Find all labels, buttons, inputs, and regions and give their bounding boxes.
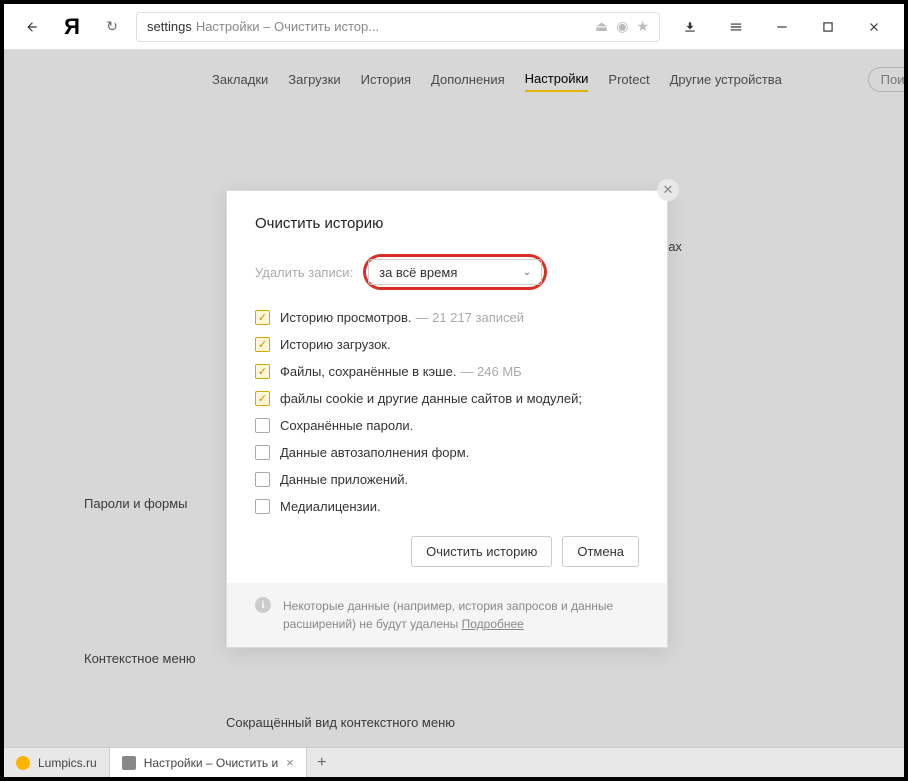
content-area: Закладки Загрузки История Дополнения Нас… [4,50,904,777]
tab-lumpics[interactable]: Lumpics.ru [4,748,110,777]
time-range-row: Удалить записи: за всё время ⌄ [255,254,639,290]
checkbox[interactable] [255,472,270,487]
check-download-history: ✓ Историю загрузок. [255,337,639,352]
context-line-label: Сокращённый вид контекстного меню [226,715,455,730]
tab-history[interactable]: История [361,68,411,91]
close-window-button[interactable] [852,7,896,47]
address-rest: Настройки – Очистить истор... [196,19,379,34]
minimize-button[interactable] [760,7,804,47]
clear-history-button[interactable]: Очистить историю [411,536,552,567]
check-cookies: ✓ файлы cookie и другие данные сайтов и … [255,391,639,406]
info-icon: i [255,597,271,613]
toolbar-right [668,7,896,47]
dialog-close-button[interactable]: ✕ [657,179,679,201]
address-icons: ⏏ ◉ ★ [595,18,649,35]
shield-icon: ◉ [616,18,628,35]
browser-window: Я ↻ settings Настройки – Очистить истор.… [4,4,904,777]
check-cache: ✓ Файлы, сохранённые в кэше. — 246 МБ [255,364,639,379]
hamburger-icon [729,20,743,34]
yandex-logo[interactable]: Я [52,14,92,40]
settings-tabs: Закладки Загрузки История Дополнения Нас… [4,50,904,108]
info-link[interactable]: Подробнее [462,617,524,631]
tab-protect[interactable]: Protect [608,68,649,91]
check-appdata: Данные приложений. [255,472,639,487]
tab-bar: Lumpics.ru Настройки – Очистить и × + [4,747,904,777]
address-key: settings [147,19,192,34]
maximize-button[interactable] [806,7,850,47]
tab-bookmarks[interactable]: Закладки [212,68,268,91]
tab-settings-page[interactable]: Настройки – Очистить и × [110,748,307,777]
new-tab-button[interactable]: + [307,748,337,777]
tab-close-button[interactable]: × [286,755,294,770]
tab-downloads[interactable]: Загрузки [288,68,340,91]
minimize-icon [775,20,789,34]
check-media-licenses: Медиалицензии. [255,499,639,514]
maximize-icon [821,20,835,34]
titlebar: Я ↻ settings Настройки – Очистить истор.… [4,4,904,50]
info-bar: i Некоторые данные (например, история за… [227,583,667,647]
time-select-highlight: за всё время ⌄ [363,254,547,290]
chevron-down-icon: ⌄ [523,267,531,278]
address-bar[interactable]: settings Настройки – Очистить истор... ⏏… [136,12,660,42]
section-context-label: Контекстное меню [84,651,196,666]
tab-devices[interactable]: Другие устройства [670,68,782,91]
check-passwords: Сохранённые пароли. [255,418,639,433]
checkbox[interactable] [255,499,270,514]
close-icon [867,20,881,34]
checkbox[interactable]: ✓ [255,310,270,325]
reload-button[interactable]: ↻ [96,18,128,35]
cancel-button[interactable]: Отмена [562,536,639,567]
downloads-button[interactable] [668,7,712,47]
download-icon [683,20,697,34]
gear-icon [122,756,136,770]
favicon-icon [16,756,30,770]
dialog-title: Очистить историю [255,215,639,232]
clear-history-dialog: ✕ Очистить историю Удалить записи: за вс… [226,190,668,648]
checkbox[interactable] [255,445,270,460]
delete-label: Удалить записи: [255,265,353,280]
checkbox[interactable]: ✓ [255,391,270,406]
check-browsing-history: ✓ Историю просмотров. — 21 217 записей [255,310,639,325]
info-text: Некоторые данные (например, история запр… [283,597,639,633]
check-autofill: Данные автозаполнения форм. [255,445,639,460]
checkbox-list: ✓ Историю просмотров. — 21 217 записей ✓… [255,310,639,514]
arrow-left-icon [25,20,39,34]
tab-addons[interactable]: Дополнения [431,68,505,91]
dialog-footer: Очистить историю Отмена [255,536,639,567]
checkbox[interactable] [255,418,270,433]
time-range-select[interactable]: за всё время ⌄ [368,259,542,285]
back-button[interactable] [12,7,52,47]
checkbox[interactable]: ✓ [255,337,270,352]
bookmark-star-icon[interactable]: ★ [636,18,649,35]
checkbox[interactable]: ✓ [255,364,270,379]
settings-search[interactable]: Поис [868,67,904,92]
section-passwords-label: Пароли и формы [84,496,188,511]
lock-icon: ⏏ [595,18,608,35]
tab-settings[interactable]: Настройки [525,67,589,92]
menu-button[interactable] [714,7,758,47]
